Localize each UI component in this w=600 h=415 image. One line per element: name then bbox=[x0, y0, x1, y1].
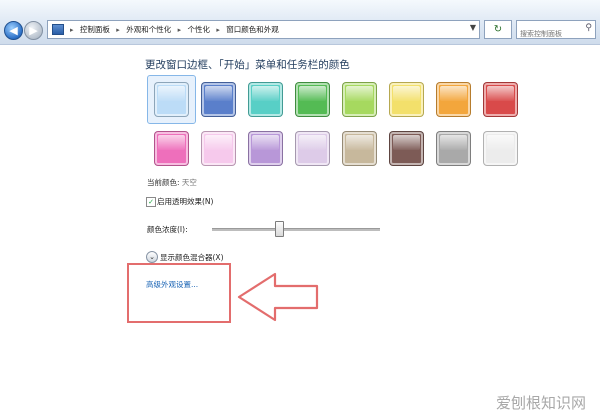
color-swatch-leaf[interactable] bbox=[295, 82, 330, 117]
checkmark-icon: ✓ bbox=[148, 198, 154, 206]
color-swatch-sky[interactable] bbox=[154, 82, 189, 117]
color-swatch-frost[interactable] bbox=[483, 131, 518, 166]
transparency-label[interactable]: 启用透明效果(N) bbox=[157, 196, 213, 207]
address-bar[interactable]: ▸ 控制面板 ▸ 外观和个性化 ▸ 个性化 ▸ 窗口颜色和外观 ▼ bbox=[47, 20, 480, 39]
color-swatch-ruby[interactable] bbox=[483, 82, 518, 117]
breadcrumb-item[interactable]: 外观和个性化 bbox=[126, 25, 171, 34]
mixer-label[interactable]: 显示颜色混合器(X) bbox=[160, 252, 224, 263]
current-color-value: 天空 bbox=[181, 178, 197, 187]
breadcrumb-item[interactable]: 窗口颜色和外观 bbox=[226, 25, 279, 34]
control-panel-icon bbox=[52, 24, 64, 35]
chevron-right-icon: ▸ bbox=[177, 26, 182, 34]
forward-button[interactable]: ▶ bbox=[24, 21, 43, 40]
back-button[interactable]: ◀ bbox=[4, 21, 23, 40]
annotation-arrow-icon bbox=[237, 272, 319, 322]
breadcrumb-item[interactable]: 个性化 bbox=[188, 25, 211, 34]
color-swatch-lime[interactable] bbox=[342, 82, 377, 117]
color-swatch-blush[interactable] bbox=[201, 131, 236, 166]
color-swatch-fuchsia[interactable] bbox=[154, 131, 189, 166]
current-color: 当前颜色: 天空 bbox=[147, 177, 197, 188]
arrow-left-icon: ◀ bbox=[9, 24, 18, 37]
refresh-button[interactable]: ↻ bbox=[484, 20, 512, 39]
search-input[interactable] bbox=[520, 26, 582, 42]
color-swatch-twilight[interactable] bbox=[201, 82, 236, 117]
intensity-slider-track[interactable] bbox=[212, 228, 380, 231]
watermark: 爱刨根知识网 bbox=[495, 394, 586, 412]
color-swatch-sea[interactable] bbox=[248, 82, 283, 117]
intensity-label: 颜色浓度(I): bbox=[147, 225, 188, 234]
highlight-box bbox=[127, 263, 231, 323]
chevron-right-icon: ▸ bbox=[116, 26, 120, 34]
color-swatch-chocolate[interactable] bbox=[389, 131, 424, 166]
color-swatch-slate[interactable] bbox=[436, 131, 471, 166]
color-swatch-violet[interactable] bbox=[248, 131, 283, 166]
color-swatch-taupe[interactable] bbox=[342, 131, 377, 166]
current-color-label: 当前颜色: bbox=[147, 178, 180, 187]
color-swatch-sun[interactable] bbox=[389, 82, 424, 117]
navigation-bar: ◀ ▶ ▸ 控制面板 ▸ 外观和个性化 ▸ 个性化 ▸ 窗口颜色和外观 ▼ ↻ … bbox=[0, 0, 600, 45]
arrow-right-icon: ▶ bbox=[29, 24, 38, 37]
breadcrumb-item[interactable]: 控制面板 bbox=[80, 25, 110, 34]
search-box: ⚲ bbox=[516, 20, 596, 42]
chevron-down-icon[interactable]: ▼ bbox=[470, 23, 476, 32]
intensity-slider-thumb[interactable] bbox=[275, 221, 285, 237]
chevron-down-icon: ⌄ bbox=[149, 253, 155, 261]
refresh-icon: ↻ bbox=[493, 24, 503, 35]
search-icon[interactable]: ⚲ bbox=[585, 23, 592, 33]
expand-mixer-button[interactable]: ⌄ bbox=[146, 251, 158, 263]
page-title: 更改窗口边框、「开始」菜单和任务栏的颜色 bbox=[145, 59, 350, 71]
breadcrumb: ▸ 控制面板 ▸ 外观和个性化 ▸ 个性化 ▸ 窗口颜色和外观 bbox=[70, 23, 283, 37]
transparency-checkbox[interactable]: ✓ bbox=[146, 197, 156, 207]
color-swatch-lavender[interactable] bbox=[295, 131, 330, 166]
color-swatch-pumpkin[interactable] bbox=[436, 82, 471, 117]
chevron-right-icon: ▸ bbox=[70, 26, 74, 34]
chevron-right-icon: ▸ bbox=[216, 26, 220, 34]
